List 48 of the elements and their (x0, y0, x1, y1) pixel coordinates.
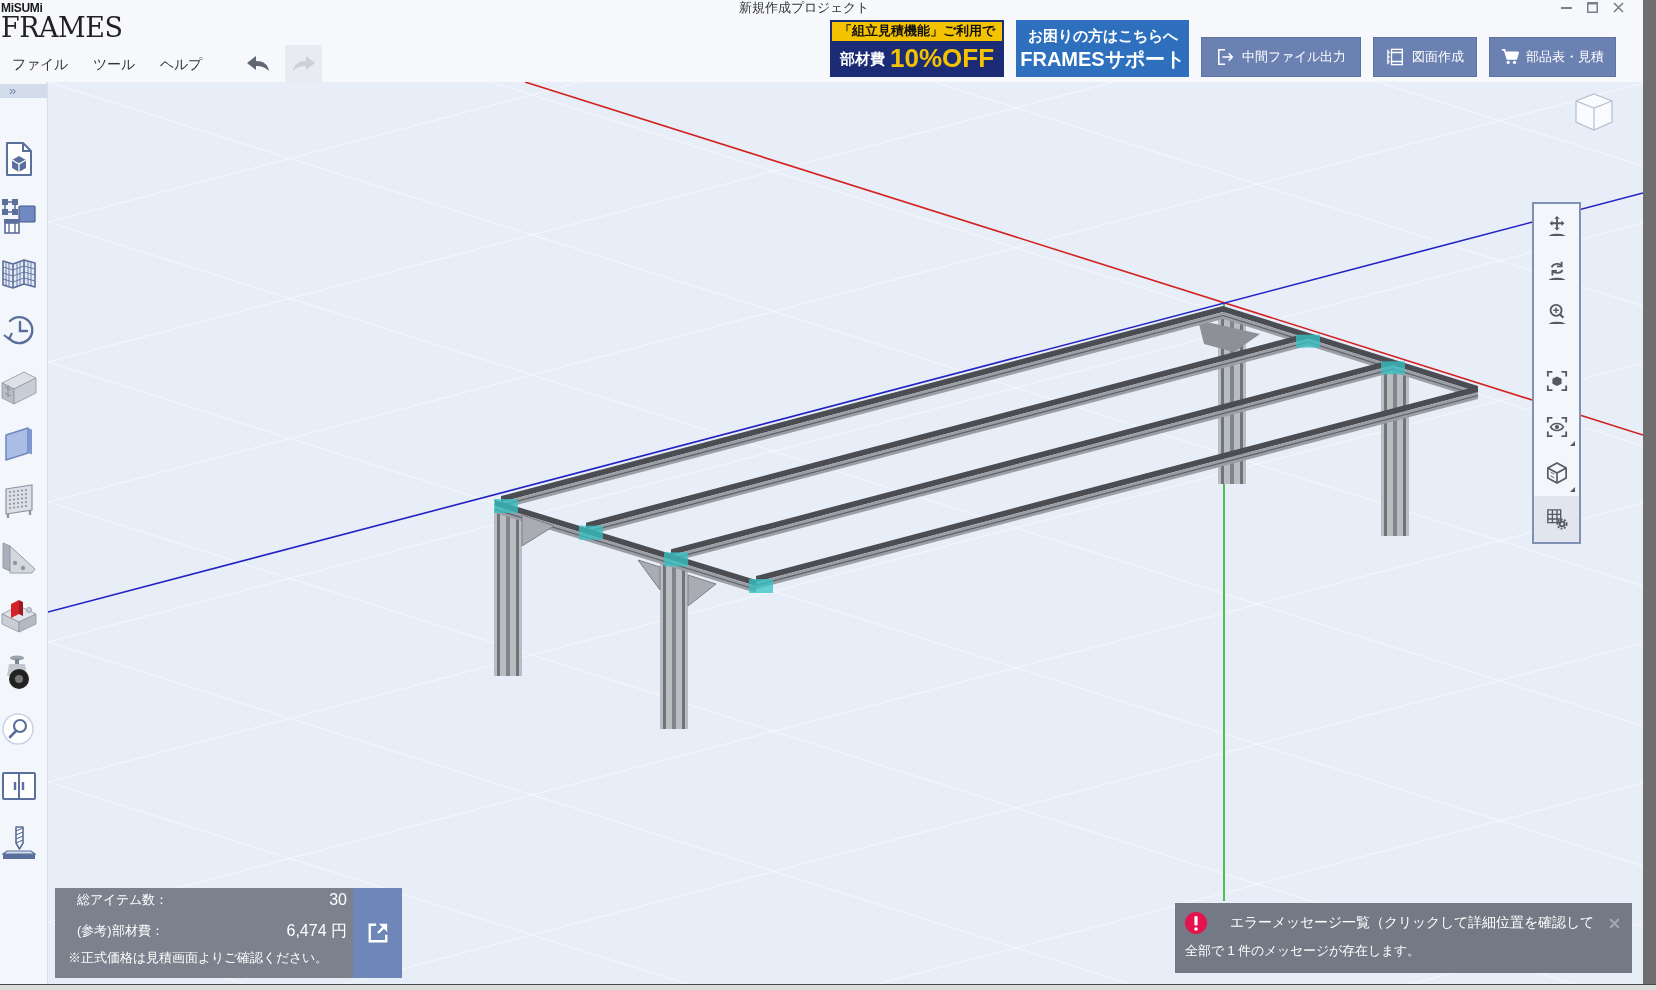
window-title: 新規作成プロジェクト (739, 0, 869, 15)
sidebar-toggle[interactable]: » (0, 84, 47, 98)
search-icon[interactable] (1, 711, 37, 747)
support-banner[interactable]: お困りの方はこちらへ FRAMESサポート (1016, 20, 1189, 77)
error-icon (1185, 912, 1207, 934)
maximize-icon[interactable] (1587, 2, 1598, 13)
error-panel[interactable]: エラーメッセージ一覧（クリックして詳細位置を確認して 全部で 1 件のメッセージが存在します。 (1175, 903, 1632, 973)
drill-icon[interactable] (1, 825, 37, 861)
drawing-sheet-icon (1386, 48, 1405, 66)
summary-label: (参考)部材費： (77, 922, 164, 940)
undo-arrow-icon (245, 54, 270, 73)
summary-label: 総アイテム数： (77, 891, 168, 909)
toolbar-button[interactable]: 図面作成 (1373, 37, 1477, 77)
table-settings-icon (1545, 508, 1568, 530)
banner-label: 部材費 (840, 50, 885, 66)
redo-arrow-icon (291, 54, 316, 73)
export-icon (1216, 48, 1235, 66)
toolbar-button[interactable]: 部品表・見積 (1489, 37, 1616, 77)
menu-item[interactable]: ヘルプ (160, 53, 202, 74)
summary-value: 6,474 円 (286, 922, 347, 940)
part-box-icon[interactable] (1, 597, 37, 633)
open-estimate-button[interactable] (353, 888, 402, 978)
eye-frame-icon (1545, 416, 1568, 438)
toolbar-button[interactable]: 中間ファイル出力 (1201, 37, 1361, 77)
brand-name: MiSUMi (1, 2, 43, 14)
submenu-corner-icon (1570, 441, 1575, 446)
discount-text: 10%OFF (890, 45, 994, 71)
banner-caption: 「組立見積機能」ご利用で (832, 22, 1002, 41)
bracket-icon[interactable] (1, 540, 37, 576)
close-icon[interactable] (1613, 2, 1624, 13)
banner-title: FRAMESサポート (1020, 46, 1185, 71)
submenu-corner-icon (1570, 487, 1575, 492)
price-note: ※正式価格は見積画面よりご確認ください。 (67, 951, 329, 965)
fit-view-icon (1545, 370, 1568, 392)
view-tool-button[interactable] (1534, 496, 1579, 542)
error-summary: 全部で 1 件のメッセージが存在します。 (1184, 942, 1422, 960)
product-logo: FRAMES (1, 14, 123, 41)
menu-item[interactable]: ファイル (12, 53, 68, 74)
summary-value: 30 (329, 891, 347, 909)
banner-caption: お困りの方はこちらへ (1027, 26, 1178, 45)
3d-viewport[interactable]: 総アイテム数： 30 (参考)部材費： 6,474 円 ※正式価格は見積画面よりご確認ください。 エラーメッセージ一覧（クリックして詳細位置を確認して 全部で 1 件のメッセージが存在します。 (48, 82, 1643, 984)
minimize-icon[interactable] (1561, 6, 1572, 9)
cube-icon (1545, 462, 1568, 484)
error-title: エラーメッセージ一覧（クリックして詳細位置を確認して (1230, 914, 1594, 932)
assembly-icon[interactable] (1, 198, 37, 234)
cart-icon (1501, 48, 1519, 66)
menu-item[interactable]: ツール (93, 53, 135, 74)
external-link-icon (366, 922, 389, 944)
